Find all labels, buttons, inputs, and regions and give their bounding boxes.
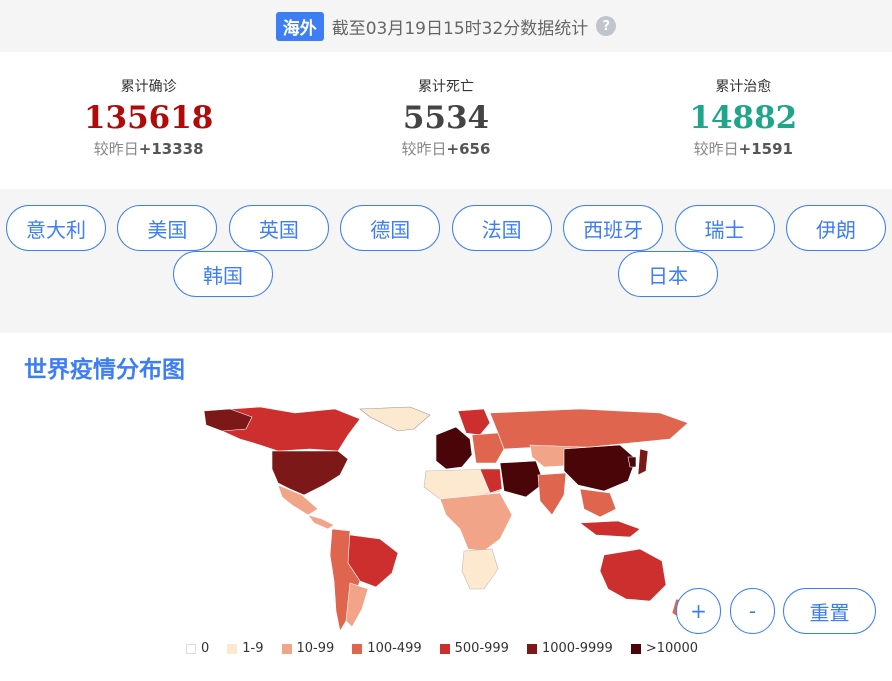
stat-value: 14882 [689,100,798,136]
help-icon[interactable]: ? [596,16,617,36]
country-button-iran[interactable]: 伊朗 [785,205,886,251]
zoom-in-button[interactable]: + [676,588,721,634]
map-region-argentina [345,582,369,628]
stat-delta: 较昨日+656 [402,138,491,159]
legend-label: 1-9 [242,641,264,656]
map-region-middle-east [499,460,545,498]
map-region-japan [637,448,649,476]
stats-panel: 累计确诊 135618 较昨日+13338 累计死亡 5534 较昨日+656 … [0,52,892,189]
legend-label: 100-499 [367,641,422,656]
legend-item[interactable]: 10-99 [281,641,335,656]
legend-swatch [352,643,363,654]
country-button-france[interactable]: 法国 [451,205,552,251]
country-button-germany[interactable]: 德国 [340,205,441,251]
stat-label: 累计确诊 [120,79,177,95]
legend-item[interactable]: 500-999 [439,641,509,656]
legend-swatch [281,643,292,654]
legend-label: 500-999 [454,641,509,656]
stat-delta-prefix: 较昨日 [401,140,447,158]
legend-label: 10-99 [296,641,335,656]
legend-swatch [227,643,238,654]
stat-delta-prefix: 较昨日 [693,140,739,158]
country-button-korea[interactable]: 韩国 [173,251,273,297]
map-region-central-africa [439,492,513,552]
legend-swatch [630,643,641,654]
stat-label: 累计治愈 [715,79,772,95]
header: 海外 截至03月19日15时32分数据统计 ? [0,0,892,52]
stat-value: 135618 [83,100,214,136]
legend-label: >10000 [645,641,699,656]
legend-swatch [439,643,450,654]
map-region-china [563,444,637,492]
map-region-australia [599,548,667,602]
map-region-russia [489,408,689,450]
stat-delta: 较昨日+13338 [94,138,204,159]
country-button-uk[interactable]: 英国 [228,205,329,251]
map-region-europe-east [471,432,505,464]
stat-delta-value: +656 [446,140,491,158]
map-region-southern-africa [461,548,499,590]
country-button-switzerland[interactable]: 瑞士 [674,205,775,251]
stat-deaths: 累计死亡 5534 较昨日+656 [297,52,594,189]
map-region-indonesia [579,520,641,538]
stat-recovered: 累计治愈 14882 较昨日+1591 [595,52,892,189]
legend-swatch [186,643,196,654]
legend-label: 0 [201,641,210,656]
country-button-usa[interactable]: 美国 [117,205,218,251]
map-region-scandinavia [457,408,491,436]
stat-delta-prefix: 较昨日 [93,140,139,158]
stat-label: 累计死亡 [417,79,474,95]
stat-value: 5534 [402,100,490,136]
legend-label: 1000-9999 [541,641,613,656]
legend-item[interactable]: 1-9 [227,641,264,656]
legend-item[interactable]: >10000 [630,641,699,656]
map-title: 世界疫情分布图 [24,357,185,383]
zoom-out-button[interactable]: - [730,588,775,634]
map-region-greenland [359,406,431,432]
map-region-central-america [307,514,335,530]
world-map[interactable] [200,405,692,641]
country-buttons: 意大利 美国 英国 德国 法国 西班牙 瑞士 伊朗 韩国 日本 [0,189,892,317]
country-button-italy[interactable]: 意大利 [6,205,106,251]
stat-delta: 较昨日+1591 [694,138,793,159]
overseas-tag: 海外 [275,11,324,41]
update-time-text: 截至03月19日15时32分数据统计 [331,18,589,39]
world-map-card: 世界疫情分布图 0 1-9 10-99 100-499 500-999 1000… [0,333,892,681]
legend-item[interactable]: 0 [186,641,209,656]
country-button-japan[interactable]: 日本 [618,251,718,297]
legend-swatch [526,643,537,654]
legend-item[interactable]: 1000-9999 [526,641,613,656]
map-region-southeast-asia [579,488,617,518]
stat-confirmed: 累计确诊 135618 较昨日+13338 [0,52,297,189]
stat-delta-value: +13338 [138,140,204,158]
legend-item[interactable]: 100-499 [352,641,422,656]
map-region-india [537,472,567,516]
map-legend: 0 1-9 10-99 100-499 500-999 1000-9999 >1… [186,641,698,656]
stat-delta-value: +1591 [738,140,793,158]
reset-button[interactable]: 重置 [783,588,876,634]
country-button-spain[interactable]: 西班牙 [563,205,664,251]
